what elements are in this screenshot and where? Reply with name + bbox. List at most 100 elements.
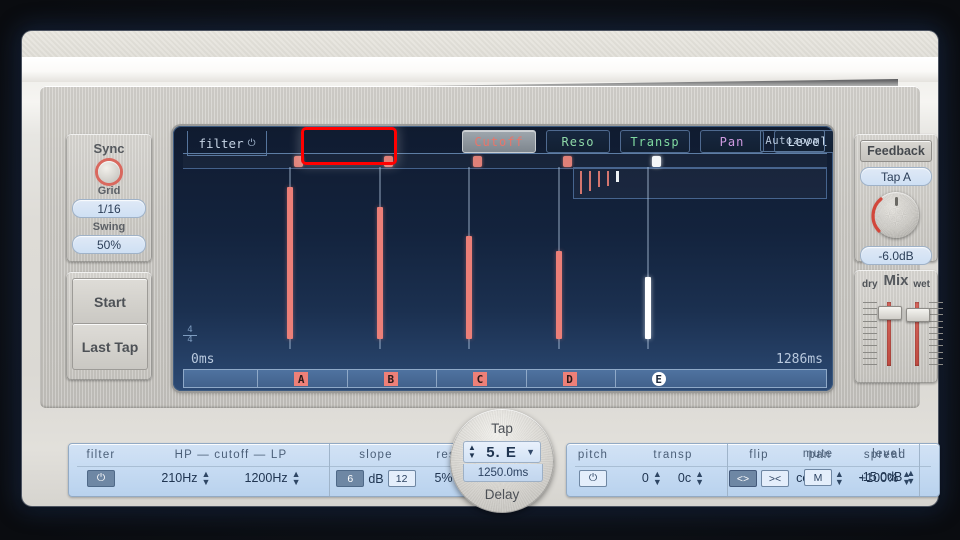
transp-semitones-stepper-icon[interactable]: ▲▼ xyxy=(653,470,662,486)
time-end-label: 1286ms xyxy=(776,352,823,367)
tap-dial-bottom-label: Delay xyxy=(450,487,554,502)
feedback-panel: Feedback Tap A -6.0dB xyxy=(854,134,938,262)
tap-value-bar[interactable] xyxy=(377,207,383,339)
lp-value[interactable]: 1200Hz xyxy=(245,471,288,485)
feedback-title[interactable]: Feedback xyxy=(860,140,932,162)
wet-slider-thumb[interactable] xyxy=(906,308,930,322)
knob-arc-icon xyxy=(868,187,924,243)
tap-value-bar[interactable] xyxy=(645,277,651,339)
tap-marker-c[interactable]: C xyxy=(473,372,487,386)
grid-value[interactable]: 1/16 xyxy=(72,199,146,218)
tap-marker-a[interactable]: A xyxy=(294,372,308,386)
tap-marker-b[interactable]: B xyxy=(384,372,398,386)
slope-12db-button[interactable]: 12 xyxy=(388,470,416,487)
mute-header: mute xyxy=(792,448,844,460)
mix-wet-label: wet xyxy=(913,279,930,290)
tap-marker-d[interactable]: D xyxy=(563,372,577,386)
tab-cutoff[interactable]: Cutoff xyxy=(462,130,536,153)
tap-selector-display[interactable]: ▲▼ 5. E ▼ xyxy=(463,441,541,463)
tap-delay-dial[interactable]: Tap ▲▼ 5. E ▼ 1250.0ms Delay xyxy=(450,409,554,513)
start-button[interactable]: Start xyxy=(72,278,148,325)
overview-tap-mark xyxy=(580,171,582,194)
tap-marker-e[interactable]: E xyxy=(652,372,666,386)
tap-display-screen[interactable]: filter ⏻ CutoffResoTranspPanLevel Autozo… xyxy=(173,126,833,391)
filter-header: filter xyxy=(69,449,133,461)
tap-handle[interactable] xyxy=(384,156,393,167)
mute-button[interactable]: M xyxy=(804,469,832,486)
transp-cents-stepper-icon[interactable]: ▲▼ xyxy=(695,470,704,486)
tab-label: Pan xyxy=(720,135,745,149)
last-tap-button[interactable]: Last Tap xyxy=(72,323,148,370)
tap-value-bar[interactable] xyxy=(556,251,562,339)
wet-tick-rail-right xyxy=(929,302,943,366)
time-signature-top: 4 xyxy=(183,326,197,335)
param-level-group: level -15.0dB ▲▼ xyxy=(844,443,930,495)
time-signature: 4 4 xyxy=(183,326,197,345)
power-icon[interactable]: ⏻ xyxy=(248,138,256,149)
flip-outward-button[interactable]: <> xyxy=(729,470,757,487)
mix-wet-slider[interactable] xyxy=(904,302,930,366)
param-mute-group: mute M xyxy=(792,443,844,495)
mix-panel: Mix dry wet xyxy=(854,270,938,383)
delay-time-display[interactable]: 1250.0ms xyxy=(463,464,543,482)
feedback-gain-value[interactable]: -6.0dB xyxy=(860,246,932,265)
slope-header: slope xyxy=(330,449,422,461)
flip-inward-button[interactable]: >< xyxy=(761,470,789,487)
dry-tick-rail-left xyxy=(863,302,877,366)
tap-handle[interactable] xyxy=(563,156,572,167)
tap-value-bar[interactable] xyxy=(466,236,472,339)
pitch-power-button[interactable]: ⏻ xyxy=(579,470,607,487)
feedback-tap-value[interactable]: Tap A xyxy=(860,167,932,186)
filter-tab-label: filter xyxy=(198,136,243,151)
transp-header: transp xyxy=(619,449,727,461)
sync-led[interactable] xyxy=(98,161,120,183)
level-value[interactable]: -15.0dB xyxy=(859,470,903,484)
delay-value: 1250.0ms xyxy=(478,467,529,479)
window-texture-strip xyxy=(22,31,938,57)
reso-value[interactable]: 5% xyxy=(434,471,452,485)
tap-handle[interactable] xyxy=(473,156,482,167)
pitch-header: pitch xyxy=(567,449,619,461)
transp-semitones[interactable]: 0 xyxy=(642,471,649,485)
tab-transp[interactable]: Transp xyxy=(620,130,690,153)
filter-parameter-bar: filter ⏻ HP — cutoff — LP 210Hz ▲▼ 1200H… xyxy=(68,443,480,497)
tab-reso[interactable]: Reso xyxy=(546,130,610,153)
overview-strip[interactable] xyxy=(573,167,827,199)
parameter-tab-bar: filter ⏻ CutoffResoTranspPanLevel Autozo… xyxy=(173,126,833,156)
swing-label: Swing xyxy=(66,221,152,233)
tap-ruler[interactable]: A B C D E xyxy=(183,369,827,388)
tap-value-bar[interactable] xyxy=(287,187,293,339)
ruler-tick xyxy=(257,370,258,387)
autozoom-button[interactable]: Autozoom xyxy=(760,130,825,152)
tab-label: Cutoff xyxy=(474,135,523,149)
ruler-tick xyxy=(615,370,616,387)
mix-dry-slider[interactable] xyxy=(876,302,902,366)
tab-pan[interactable]: Pan xyxy=(700,130,764,153)
sync-title: Sync xyxy=(66,141,152,156)
tap-plot-area[interactable] xyxy=(183,167,827,349)
ruler-tick xyxy=(436,370,437,387)
feedback-knob[interactable] xyxy=(873,192,919,238)
tap-handle[interactable] xyxy=(294,156,303,167)
chevron-down-icon[interactable]: ▼ xyxy=(526,447,536,457)
swing-value[interactable]: 50% xyxy=(72,235,146,254)
lp-stepper-icon[interactable]: ▲▼ xyxy=(292,470,301,486)
slope-6db-button[interactable]: 6 xyxy=(336,470,364,487)
mix-sliders xyxy=(862,292,930,368)
tap-handle[interactable] xyxy=(652,156,661,167)
param-pitch-group: pitch ⏻ xyxy=(567,444,619,496)
param-cutoff-range-group: HP — cutoff — LP 210Hz ▲▼ 1200Hz ▲▼ xyxy=(133,444,329,496)
hp-stepper-icon[interactable]: ▲▼ xyxy=(202,470,211,486)
overview-tap-mark xyxy=(616,171,619,182)
filter-power-button[interactable]: ⏻ xyxy=(87,470,115,487)
transp-cents[interactable]: 0c xyxy=(678,471,691,485)
mix-dry-label: dry xyxy=(862,279,878,290)
overview-tap-mark xyxy=(589,171,591,191)
slope-unit: dB xyxy=(368,472,383,486)
level-stepper-icon[interactable]: ▲▼ xyxy=(906,469,915,485)
hp-value[interactable]: 210Hz xyxy=(161,471,197,485)
plugin-backdrop: Sync Grid 1/16 Swing 50% Start Last Tap … xyxy=(0,0,960,540)
tab-label: Reso xyxy=(562,135,595,149)
tap-stepper-icon[interactable]: ▲▼ xyxy=(468,444,477,460)
dry-slider-thumb[interactable] xyxy=(878,306,902,320)
